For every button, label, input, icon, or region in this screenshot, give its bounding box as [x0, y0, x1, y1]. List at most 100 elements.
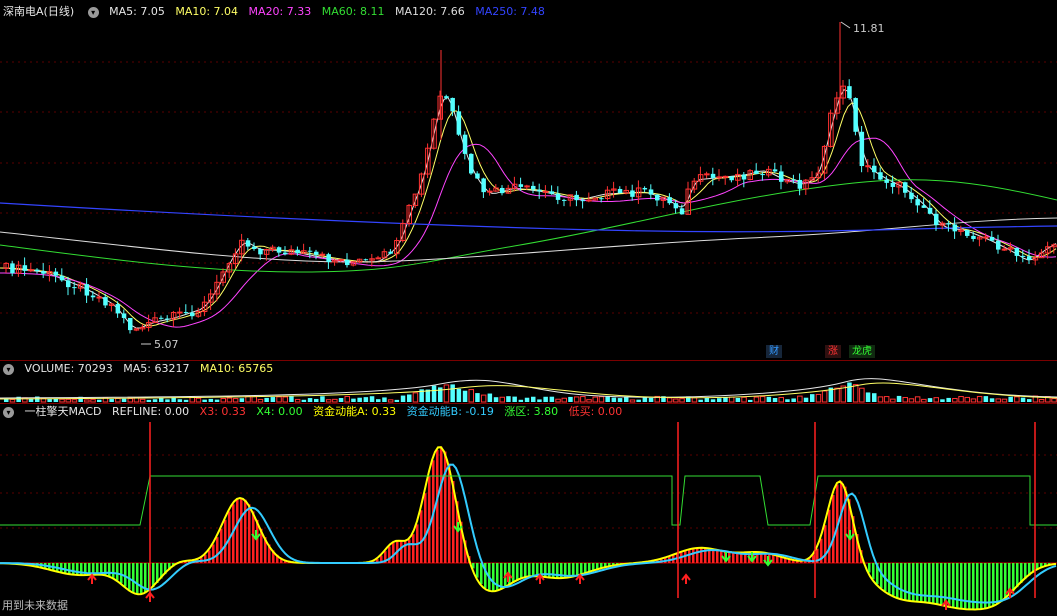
volume-bar: [387, 399, 394, 403]
volume-bar: [53, 398, 59, 402]
macd-histogram-bar: [640, 562, 643, 563]
macd-histogram-bar: [792, 559, 795, 563]
volume-bar: [239, 398, 245, 402]
macd-histogram-bar: [912, 563, 915, 602]
macd-histogram-bar: [952, 563, 955, 608]
volume-bar: [847, 382, 852, 402]
candle: [617, 188, 623, 194]
volume-bar: [35, 396, 40, 402]
volume-bar: [648, 397, 654, 402]
candlestick-chart[interactable]: 11.81 5.07: [0, 0, 1057, 360]
volume-bar: [772, 398, 778, 402]
macd-histogram-bar: [24, 563, 27, 565]
candle: [183, 312, 189, 314]
macd-histogram-bar: [256, 519, 259, 563]
candle: [642, 187, 648, 190]
fund-a-label: 资金动能A: 0.33: [313, 405, 397, 418]
volume-bar: [127, 398, 133, 403]
macd-histogram-bar: [824, 525, 827, 563]
candle: [319, 253, 326, 256]
limit-up-tag[interactable]: 涨: [825, 345, 841, 358]
macd-histogram-bar: [672, 555, 675, 563]
volume-bar: [376, 399, 381, 402]
macd-histogram-bar: [712, 548, 715, 563]
chevron-down-icon[interactable]: ▾: [3, 406, 14, 418]
candle: [574, 194, 579, 201]
volume-bar: [214, 399, 220, 402]
volume-bar: [1038, 399, 1045, 403]
candle: [859, 131, 865, 167]
macd-histogram-bar: [468, 556, 471, 563]
macd-histogram-bar: [920, 563, 923, 602]
down-arrow-icon: [845, 533, 855, 541]
volume-bar: [90, 399, 96, 403]
macd-histogram-bar: [444, 451, 447, 563]
volume-bar: [785, 399, 790, 402]
macd-histogram-bar: [60, 563, 63, 573]
volume-ma5-line: [0, 378, 1057, 399]
volume-bar: [121, 398, 127, 402]
macd-histogram-bar: [676, 553, 679, 563]
macd-histogram-bar: [868, 563, 871, 573]
macd-histogram-bar: [1028, 563, 1031, 576]
macd-histogram-bar: [820, 538, 823, 563]
macd-histogram-bar: [852, 516, 855, 563]
indicator-header: ▾ 一柱擎天MACD REFLINE: 0.00 X3: 0.33 X4: 0.…: [0, 404, 629, 420]
macd-histogram-bar: [612, 563, 615, 566]
macd-histogram-bar: [732, 552, 735, 563]
finance-tag[interactable]: 财: [766, 345, 782, 358]
volume-bar: [723, 397, 728, 402]
macd-histogram-bar: [556, 563, 559, 579]
macd-histogram-bar: [412, 534, 415, 563]
candle: [59, 275, 65, 281]
macd-histogram-bar: [932, 563, 935, 604]
candle: [159, 317, 164, 319]
volume-bar: [165, 399, 170, 402]
macd-histogram-bar: [916, 563, 919, 602]
macd-histogram-bar: [76, 563, 79, 575]
macd-histogram-bar: [436, 449, 439, 563]
candle: [245, 240, 251, 247]
macd-histogram-bar: [764, 552, 767, 563]
candle: [345, 259, 350, 266]
volume-bar: [735, 397, 741, 402]
volume-bar: [592, 396, 598, 403]
volume-bar: [877, 396, 884, 403]
macd-histogram-bar: [624, 563, 627, 565]
volume-bar: [400, 395, 406, 402]
macd-histogram-bar: [276, 554, 279, 563]
rise-zone-line: [0, 475, 1057, 526]
dragon-tiger-tag[interactable]: 龙虎: [849, 345, 875, 358]
candle: [481, 178, 486, 193]
volume-bar: [921, 398, 927, 403]
volume-bar: [673, 398, 679, 403]
macd-histogram-bar: [596, 563, 599, 570]
chevron-down-icon[interactable]: ▾: [3, 363, 14, 375]
volume-bar: [531, 396, 536, 402]
macd-histogram-bar: [964, 563, 967, 610]
volume-bar: [661, 396, 666, 402]
volume-bar: [821, 390, 828, 403]
candle: [965, 230, 970, 236]
candle: [1001, 248, 1008, 251]
macd-histogram-bar: [524, 563, 527, 578]
macd-histogram-bar: [988, 563, 991, 608]
rise-zone-label: 涨区: 3.80: [504, 405, 559, 418]
volume-bar: [636, 399, 641, 402]
macd-histogram-bar: [172, 563, 175, 567]
macd-histogram-bar: [236, 499, 239, 563]
macd-histogram-bar: [836, 484, 839, 563]
candle: [518, 184, 524, 187]
macd-histogram-bar: [12, 563, 15, 564]
macd-histogram-bar: [708, 548, 711, 563]
macd-histogram-bar: [184, 561, 187, 563]
macd-histogram-bar: [1048, 563, 1051, 566]
candle: [921, 205, 927, 208]
macd-histogram-bar: [372, 561, 375, 563]
volume-bar: [59, 398, 65, 403]
volume-bar: [438, 387, 443, 402]
volume-bar: [654, 395, 660, 403]
low-price-label: 5.07: [154, 338, 179, 351]
macd-histogram-bar: [648, 561, 651, 563]
macd-histogram-bar: [588, 563, 591, 573]
